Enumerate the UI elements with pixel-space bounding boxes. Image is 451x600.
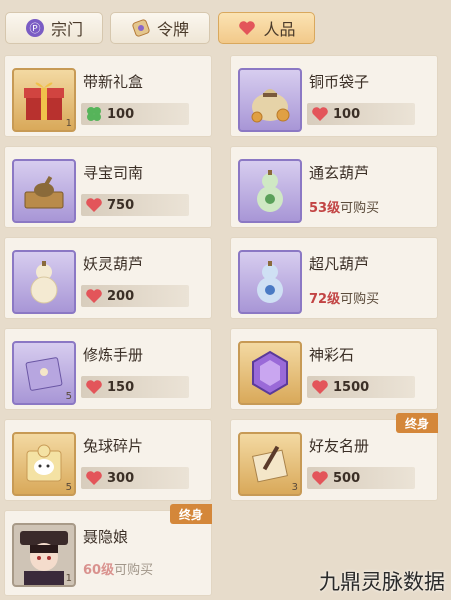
heart-icon — [84, 377, 104, 397]
price-bar: 300 — [81, 467, 189, 489]
level-requirement: 60级可购买 — [83, 559, 153, 578]
tab-token[interactable]: 令牌 — [110, 12, 210, 44]
watermark: 九鼎灵脉数据 — [319, 570, 445, 594]
gourd-icon — [238, 159, 302, 223]
shop-item-card[interactable]: 神彩石 1500 — [230, 328, 438, 410]
tab-label: 令牌 — [156, 20, 189, 39]
item-name: 聂隐娘 — [83, 528, 129, 546]
level-suffix: 可购买 — [340, 292, 380, 307]
svg-text:Ⓟ: Ⓟ — [29, 22, 40, 35]
item-name: 兔球碎片 — [83, 437, 144, 455]
heart-icon — [310, 468, 330, 488]
compass-spoon-icon — [12, 159, 76, 223]
shop-item-card[interactable]: 妖灵葫芦 200 — [4, 237, 212, 319]
heart-icon — [84, 286, 104, 306]
manual-book-icon: 5 — [12, 341, 76, 405]
gift-box-icon: 1 — [12, 68, 76, 132]
item-price: 500 — [333, 470, 361, 486]
item-name: 好友名册 — [309, 437, 370, 455]
coin-bag-icon — [238, 68, 302, 132]
item-price: 100 — [107, 106, 135, 122]
item-name: 修炼手册 — [83, 346, 144, 364]
item-name: 铜币袋子 — [309, 73, 370, 91]
item-name: 神彩石 — [309, 346, 355, 364]
level-value: 72级 — [309, 292, 341, 307]
tab-sect[interactable]: Ⓟ 宗门 — [5, 12, 103, 44]
price-bar: 200 — [81, 285, 189, 307]
price-bar: 100 — [307, 103, 415, 125]
character-portrait-icon: 1 — [12, 523, 76, 587]
item-price: 750 — [107, 197, 135, 213]
roster-scroll-icon: 3 — [238, 432, 302, 496]
heart-icon — [310, 104, 330, 124]
item-price: 300 — [107, 470, 135, 486]
item-count: 1 — [65, 573, 72, 584]
item-count: 5 — [65, 391, 72, 402]
shop-item-card[interactable]: 3 好友名册 500 终身 — [230, 413, 438, 501]
item-price: 100 — [333, 106, 361, 122]
heart-icon — [310, 377, 330, 397]
item-price: 200 — [107, 288, 135, 304]
price-bar: 500 — [307, 467, 415, 489]
shop-item-card[interactable]: 1 带新礼盒 100 — [4, 55, 212, 137]
level-requirement: 72级可购买 — [309, 288, 379, 307]
item-count: 3 — [291, 482, 298, 493]
level-suffix: 可购买 — [340, 201, 380, 216]
token-icon — [131, 18, 151, 38]
item-count: 5 — [65, 482, 72, 493]
level-value: 60级 — [83, 563, 115, 578]
price-bar: 150 — [81, 376, 189, 398]
item-name: 通玄葫芦 — [309, 164, 370, 182]
level-value: 53级 — [309, 201, 341, 216]
lifetime-badge: 终身 — [396, 413, 438, 433]
heart-icon — [84, 468, 104, 488]
shop-item-card[interactable]: 通玄葫芦 53级可购买 — [230, 146, 438, 228]
tab-label: 宗门 — [50, 20, 83, 39]
item-name: 妖灵葫芦 — [83, 255, 144, 273]
sect-icon: Ⓟ — [25, 18, 45, 38]
item-count: 1 — [65, 118, 72, 129]
gourd-icon — [238, 250, 302, 314]
level-requirement: 53级可购买 — [309, 197, 379, 216]
tab-label: 人品 — [263, 20, 296, 39]
tab-bar: Ⓟ 宗门 令牌 人品 — [0, 0, 451, 48]
shop-item-card[interactable]: 寻宝司南 750 — [4, 146, 212, 228]
item-price: 150 — [107, 379, 135, 395]
shop-item-card[interactable]: 1 聂隐娘 60级可购买 终身 — [4, 504, 212, 596]
puzzle-piece-icon: 5 — [12, 432, 76, 496]
shop-item-card[interactable]: 铜币袋子 100 — [230, 55, 438, 137]
tab-renpin[interactable]: 人品 — [218, 12, 315, 44]
item-price: 1500 — [333, 379, 370, 395]
item-name: 带新礼盒 — [83, 73, 144, 91]
gourd-icon — [12, 250, 76, 314]
price-bar: 100 — [81, 103, 189, 125]
price-bar: 1500 — [307, 376, 415, 398]
price-bar: 750 — [81, 194, 189, 216]
heart-icon — [84, 195, 104, 215]
lifetime-badge: 终身 — [170, 504, 212, 524]
heart-icon — [237, 18, 257, 38]
gem-icon — [238, 341, 302, 405]
shop-item-card[interactable]: 超凡葫芦 72级可购买 — [230, 237, 438, 319]
shop-item-card[interactable]: 5 修炼手册 150 — [4, 328, 212, 410]
level-suffix: 可购买 — [114, 563, 154, 578]
item-name: 超凡葫芦 — [309, 255, 370, 273]
shop-item-card[interactable]: 5 兔球碎片 300 — [4, 419, 212, 501]
clover-icon — [84, 104, 104, 124]
item-name: 寻宝司南 — [83, 164, 144, 182]
